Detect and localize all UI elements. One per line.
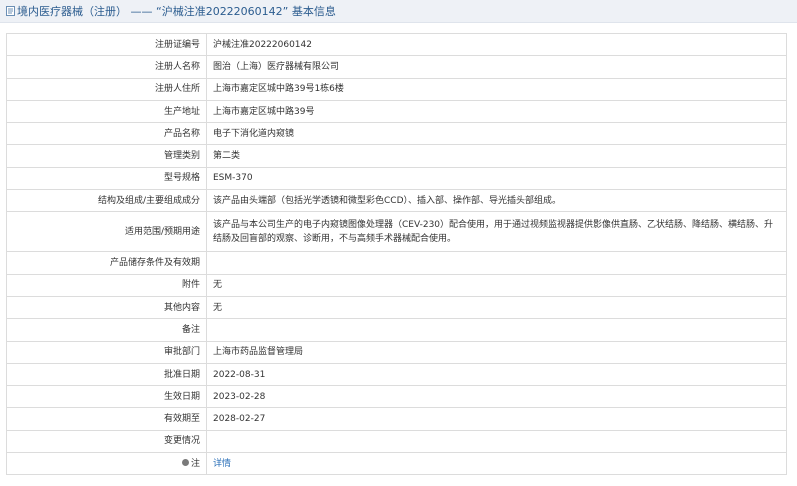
table-row: 附件 无 — [6, 273, 787, 297]
row-label: 适用范围/预期用途 — [6, 211, 207, 253]
info-table: 注册证编号 沪械注准20222060142 注册人名称 图治（上海）医疗器械有限… — [6, 32, 787, 476]
row-value: 无 — [206, 273, 787, 297]
table-row: 注 详情 — [6, 452, 787, 476]
table-row: 产品名称 电子下消化道内窥镜 — [6, 122, 787, 146]
row-value: 第二类 — [206, 144, 787, 168]
table-row: 产品储存条件及有效期 — [6, 251, 787, 275]
row-label: 生效日期 — [6, 385, 207, 409]
row-value: 2022-08-31 — [206, 362, 787, 387]
page-header: 境内医疗器械（注册） —— “沪械注准20222060142” 基本信息 — [0, 0, 797, 23]
row-label: 产品储存条件及有效期 — [6, 251, 207, 275]
detail-link[interactable]: 详情 — [213, 459, 231, 469]
row-label: 其他内容 — [6, 295, 207, 320]
row-label: 有效期至 — [6, 407, 207, 431]
table-row: 生产地址 上海市嘉定区城中路39号 — [6, 99, 787, 124]
table-row: 审批部门 上海市药品监督管理局 — [6, 340, 787, 364]
row-label: 生产地址 — [6, 99, 207, 124]
note-value-cell: 详情 — [206, 452, 787, 476]
row-label: 批准日期 — [6, 362, 207, 387]
table-row: 注册证编号 沪械注准20222060142 — [6, 32, 787, 57]
row-value: ESM-370 — [206, 166, 787, 191]
document-icon — [6, 6, 15, 16]
row-label: 产品名称 — [6, 122, 207, 146]
row-label: 结构及组成/主要组成成分 — [6, 189, 207, 213]
row-label: 型号规格 — [6, 166, 207, 191]
row-label: 管理类别 — [6, 144, 207, 168]
row-label: 注册人住所 — [6, 77, 207, 101]
row-value — [206, 318, 787, 342]
table-row: 生效日期 2023-02-28 — [6, 385, 787, 409]
note-label-cell: 注 — [6, 452, 207, 476]
table-row: 结构及组成/主要组成成分 该产品由头端部（包括光学透镜和微型彩色CCD）、插入部… — [6, 189, 787, 213]
row-value: 上海市嘉定区城中路39号1栋6楼 — [206, 77, 787, 101]
row-value: 该产品与本公司生产的电子内窥镜图像处理器（CEV-230）配合使用，用于通过视频… — [206, 211, 787, 253]
row-value: 上海市嘉定区城中路39号 — [206, 99, 787, 124]
row-value: 2028-02-27 — [206, 407, 787, 431]
row-label: 审批部门 — [6, 340, 207, 364]
row-label: 注册证编号 — [6, 32, 207, 57]
row-label: 附件 — [6, 273, 207, 297]
row-label: 变更情况 — [6, 429, 207, 454]
row-value: 图治（上海）医疗器械有限公司 — [206, 55, 787, 79]
row-label: 注册人名称 — [6, 55, 207, 79]
row-value: 2023-02-28 — [206, 385, 787, 409]
row-value: 沪械注准20222060142 — [206, 32, 787, 57]
table-row: 变更情况 — [6, 429, 787, 454]
note-label: 注 — [190, 458, 200, 469]
table-row: 注册人住所 上海市嘉定区城中路39号1栋6楼 — [6, 77, 787, 101]
row-value: 上海市药品监督管理局 — [206, 340, 787, 364]
row-value-text: 该产品与本公司生产的电子内窥镜图像处理器（CEV-230）配合使用，用于通过视频… — [213, 219, 774, 244]
row-value: 该产品由头端部（包括光学透镜和微型彩色CCD）、插入部、操作部、导光插头部组成。 — [206, 189, 787, 213]
table-row: 管理类别 第二类 — [6, 144, 787, 168]
table-row: 其他内容 无 — [6, 295, 787, 320]
row-label: 备注 — [6, 318, 207, 342]
row-value: 无 — [206, 295, 787, 320]
bullet-icon — [181, 458, 189, 466]
row-value — [206, 251, 787, 275]
row-value: 电子下消化道内窥镜 — [206, 122, 787, 146]
table-row: 注册人名称 图治（上海）医疗器械有限公司 — [6, 55, 787, 79]
page-title: 境内医疗器械（注册） —— “沪械注准20222060142” 基本信息 — [17, 5, 336, 18]
table-row: 型号规格 ESM-370 — [6, 166, 787, 191]
table-row: 批准日期 2022-08-31 — [6, 362, 787, 387]
table-row: 有效期至 2028-02-27 — [6, 407, 787, 431]
row-value — [206, 429, 787, 454]
table-row: 适用范围/预期用途 该产品与本公司生产的电子内窥镜图像处理器（CEV-230）配… — [6, 211, 787, 253]
table-row: 备注 — [6, 318, 787, 342]
